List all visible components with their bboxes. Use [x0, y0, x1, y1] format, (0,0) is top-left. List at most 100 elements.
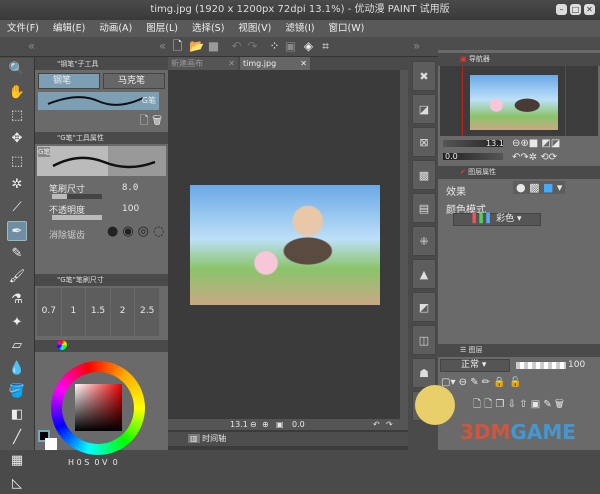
timeline-tab[interactable]: 时间轴	[202, 434, 226, 443]
blend-icon[interactable]: 💧	[7, 359, 27, 379]
transform-icon[interactable]: ⁘	[268, 40, 281, 53]
brush-size-value[interactable]: 8.0	[122, 183, 138, 193]
size-preset[interactable]: 1	[61, 288, 86, 336]
zoom-value[interactable]: 13.1	[230, 419, 248, 430]
hand-tool-icon[interactable]: ✋	[7, 83, 27, 103]
magic-wand-icon[interactable]: ✲	[7, 175, 27, 195]
zoom-in-icon[interactable]: ⊕	[262, 419, 269, 430]
frame-icon[interactable]: ▦	[7, 451, 27, 471]
layer-opacity-slider[interactable]	[516, 362, 566, 369]
color-mode-select[interactable]: ▌▌▌ 彩色 ▾	[453, 213, 541, 226]
size-preset[interactable]: 2.5	[135, 288, 159, 336]
layer-tool-buttons[interactable]: ▢▾ ⊖ ✎ ✏ 🔒 🔓	[441, 377, 521, 388]
rotate-right-icon[interactable]: ↷	[386, 419, 393, 430]
opacity-value[interactable]: 100	[122, 204, 139, 214]
maximize-button[interactable]: □	[570, 4, 581, 15]
effect-buttons[interactable]: ● ▩ ■ ▾	[513, 181, 566, 194]
new-file-icon[interactable]: 🗋	[171, 40, 184, 53]
operation-tool-icon[interactable]: ⬚	[7, 106, 27, 126]
decoration-icon[interactable]: ✦	[7, 313, 27, 333]
size-preset[interactable]: 1.5	[86, 288, 110, 336]
navigator-rotate-buttons[interactable]: ↶↷✲ ⟲⟳	[512, 152, 557, 163]
saturation-value-square[interactable]	[75, 384, 122, 431]
close-tab-icon[interactable]: ✕	[300, 57, 307, 70]
fit-icon[interactable]: ▣	[276, 419, 284, 430]
rotation-value[interactable]: 0.0	[292, 419, 305, 430]
menu-layer[interactable]: 图层(L)	[139, 20, 185, 37]
fill-bucket-icon[interactable]: 🪣	[7, 382, 27, 402]
color-wheel-tab-icon[interactable]	[57, 340, 67, 350]
antialias-options[interactable]: ●◉◎◌	[107, 224, 168, 239]
material-folder-icon[interactable]: ▩	[412, 160, 436, 190]
gradient-icon[interactable]: ◧	[7, 405, 27, 425]
material-folder-icon[interactable]: ▤	[412, 193, 436, 223]
pen-tool-icon[interactable]: ✒	[7, 221, 27, 241]
material-folder-icon[interactable]: ☗	[412, 358, 436, 388]
tab-navigator[interactable]: 导航器	[469, 55, 490, 63]
menu-file[interactable]: 文件(F)	[0, 20, 46, 37]
material-folder-icon[interactable]: ✖	[412, 61, 436, 91]
material-folder-icon[interactable]: ▲	[412, 259, 436, 289]
navigator-zoom-buttons[interactable]: ⊖⊕■ ◩◪	[512, 138, 560, 149]
delete-subtool-icon[interactable]: 🗑	[152, 114, 162, 127]
layer-opacity-value[interactable]: 100	[568, 360, 585, 370]
size-preset[interactable]: 2	[110, 288, 135, 336]
material-folder-icon[interactable]: ◫	[412, 325, 436, 355]
fill-icon[interactable]: ◈	[302, 40, 315, 53]
airbrush-icon[interactable]: ⚗	[7, 290, 27, 310]
menu-edit[interactable]: 编辑(E)	[46, 20, 92, 37]
zoom-tool-icon[interactable]: 🔍	[7, 60, 27, 80]
menu-window[interactable]: 窗口(W)	[322, 20, 372, 37]
blend-mode-select[interactable]: 正常 ▾	[440, 359, 510, 372]
vertical-scrollbar[interactable]	[400, 70, 408, 425]
material-folder-icon[interactable]: ⁜	[412, 226, 436, 256]
brush-item-gpen[interactable]: G笔	[38, 92, 159, 110]
collapse-icon[interactable]: «	[156, 40, 169, 53]
line-tool-icon[interactable]: ╱	[7, 428, 27, 448]
menu-view[interactable]: 视图(V)	[231, 20, 278, 37]
move-tool-icon[interactable]: ✥	[7, 129, 27, 149]
crop-icon[interactable]: ⌗	[319, 40, 332, 53]
brush-tool-icon[interactable]: 🖌	[7, 267, 27, 287]
menu-animation[interactable]: 动画(A)	[92, 20, 139, 37]
timeline-icon[interactable]: ▥	[188, 434, 200, 443]
material-folder-icon[interactable]: ◩	[412, 292, 436, 322]
close-button[interactable]: ✕	[584, 4, 595, 15]
close-tab-icon[interactable]: ✕	[228, 57, 235, 70]
expand-right-icon[interactable]: »	[410, 40, 423, 53]
minimize-button[interactable]: –	[556, 4, 567, 15]
menu-filter[interactable]: 滤镜(I)	[278, 20, 321, 37]
selection-tool-icon[interactable]: ⬚	[7, 152, 27, 172]
eyedropper-icon[interactable]: ⟋	[7, 198, 27, 218]
tab-layer-property[interactable]: 图层属性	[468, 168, 496, 176]
layer-action-buttons[interactable]: 🗋 🗋 ❐ ⇩ ⇧ ▣ ✎ 🗑	[473, 397, 564, 414]
material-folder-icon[interactable]: ⊠	[412, 127, 436, 157]
pencil-tool-icon[interactable]: ✎	[7, 244, 27, 264]
tab-new-canvas[interactable]: 新建画布 ✕	[168, 57, 238, 70]
collapse-left-icon[interactable]: «	[25, 40, 38, 53]
canvas-image[interactable]	[190, 185, 380, 305]
select-icon[interactable]: ▣	[284, 40, 297, 53]
open-folder-icon[interactable]: 📂	[189, 40, 204, 53]
redo-icon[interactable]: ↷	[246, 40, 259, 53]
menu-select[interactable]: 选择(S)	[185, 20, 231, 37]
subtool-tab-marker[interactable]: 马克笔	[103, 73, 165, 89]
left-panel: "钢笔"子工具 钢笔 马克笔 G笔 🗋 🗑 "G笔"工具属性 G笔 笔刷尺寸 8…	[35, 58, 168, 467]
tab-timg[interactable]: timg.jpg ✕	[240, 57, 310, 70]
tab-layers[interactable]: 图层	[469, 346, 483, 354]
zoom-out-icon[interactable]: ⊖	[250, 419, 257, 430]
add-subtool-icon[interactable]: 🗋	[140, 114, 149, 127]
size-preset[interactable]: 0.7	[37, 288, 61, 336]
brush-size-slider[interactable]	[52, 194, 102, 199]
subtool-tab-pen[interactable]: 钢笔	[38, 73, 100, 89]
eraser-icon[interactable]: ▱	[7, 336, 27, 356]
ruler-icon[interactable]: ◺	[7, 474, 27, 494]
save-icon[interactable]: ■	[207, 40, 220, 53]
opacity-slider[interactable]	[52, 215, 102, 220]
material-folder-icon[interactable]: ◪	[412, 94, 436, 124]
background-color-swatch[interactable]	[45, 438, 57, 450]
undo-icon[interactable]: ↶	[230, 40, 243, 53]
tab-label: 新建画布	[171, 59, 203, 68]
layer-panel-tabs: ☰ 图层	[438, 344, 600, 357]
rotate-left-icon[interactable]: ↶	[373, 419, 380, 430]
